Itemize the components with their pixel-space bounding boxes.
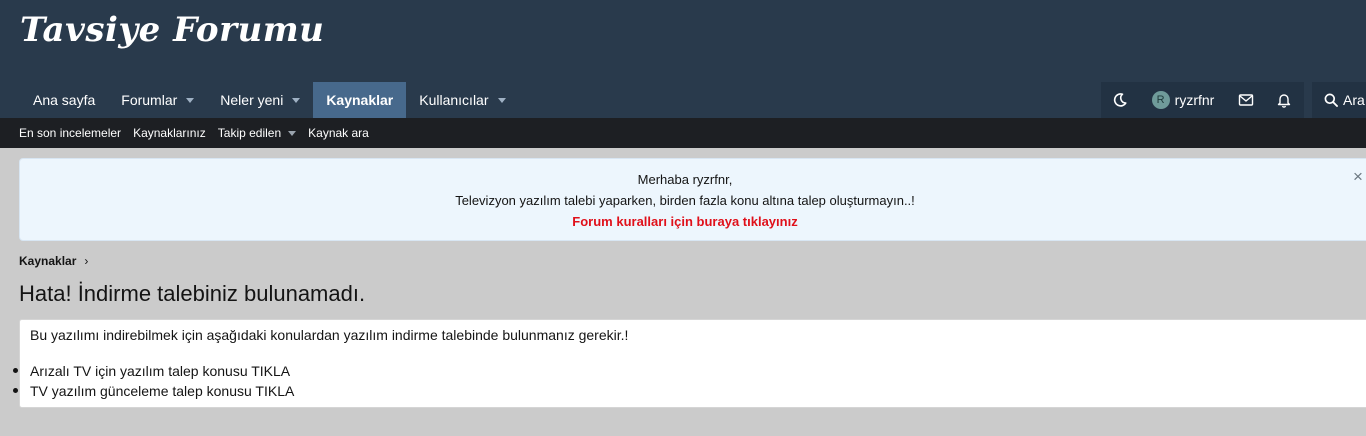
- sub-nav: En son incelemeler Kaynaklarınız Takip e…: [0, 118, 1366, 148]
- close-icon[interactable]: ×: [1353, 167, 1363, 187]
- mail-icon[interactable]: [1227, 82, 1265, 118]
- caret-down-icon[interactable]: [497, 97, 506, 103]
- content-message: Bu yazılımı indirebilmek için aşağıdaki …: [30, 327, 629, 343]
- user-bar: R ryzrfnr: [1101, 82, 1304, 118]
- main-nav: Ana sayfa Forumlar Neler yeni Kaynaklar …: [20, 82, 519, 118]
- subnav-item-kaynak-ara[interactable]: Kaynak ara: [308, 126, 369, 140]
- site-header: Tavsiye Forumu Ana sayfa Forumlar Neler …: [0, 0, 1366, 118]
- site-logo[interactable]: Tavsiye Forumu: [20, 10, 324, 50]
- chevron-right-icon: ›: [84, 254, 89, 268]
- subnav-item-en-son-incelemeler[interactable]: En son incelemeler: [19, 126, 121, 140]
- nav-item-label: Kaynaklar: [326, 92, 394, 108]
- user-account-button[interactable]: R ryzrfnr: [1139, 82, 1227, 118]
- nav-item-label: Forumlar: [121, 92, 178, 108]
- nav-item-neler-yeni[interactable]: Neler yeni: [207, 82, 313, 118]
- nav-item-forumlar[interactable]: Forumlar: [108, 82, 207, 118]
- subnav-item-label: Takip edilen: [217, 126, 282, 140]
- breadcrumb-item-kaynaklar[interactable]: Kaynaklar: [19, 254, 76, 268]
- avatar: R: [1151, 91, 1170, 109]
- list-item-link[interactable]: TV yazılım günceleme talep konusu TIKLA: [30, 383, 294, 399]
- notice-banner: Merhaba ryzrfnr, Televizyon yazılım tale…: [19, 158, 1366, 241]
- page-title: Hata! İndirme talebiniz bulunamadı.: [19, 281, 366, 306]
- caret-down-icon[interactable]: [292, 97, 301, 103]
- subnav-item-takip-edilen[interactable]: Takip edilen: [217, 126, 297, 140]
- subnav-item-label: En son incelemeler: [19, 126, 122, 140]
- breadcrumb: Kaynaklar ›: [19, 254, 88, 268]
- search-label: Ara: [1343, 92, 1365, 108]
- forum-rules-link[interactable]: Forum kuralları için buraya tıklayınız: [20, 214, 1350, 229]
- nav-item-label: Ana sayfa: [33, 92, 96, 108]
- notice-message: Televizyon yazılım talebi yaparken, bird…: [455, 193, 915, 208]
- search-button[interactable]: Ara: [1312, 82, 1366, 118]
- caret-down-icon[interactable]: [186, 97, 195, 103]
- subnav-item-kaynaklariniz[interactable]: Kaynaklarınız: [133, 126, 206, 140]
- list-item-link[interactable]: Arızalı TV için yazılım talep konusu TIK…: [30, 363, 290, 379]
- username: ryzrfnr: [1174, 92, 1215, 108]
- subnav-item-label: Kaynak ara: [308, 126, 369, 140]
- moon-icon[interactable]: [1101, 82, 1139, 118]
- nav-item-ana-sayfa[interactable]: Ana sayfa: [20, 82, 108, 118]
- subnav-item-label: Kaynaklarınız: [133, 126, 206, 140]
- caret-down-icon[interactable]: [288, 130, 297, 136]
- nav-item-label: Neler yeni: [220, 92, 284, 108]
- nav-item-kullanicilar[interactable]: Kullanıcılar: [406, 82, 518, 118]
- bullet-icon: [13, 388, 18, 393]
- nav-item-kaynaklar[interactable]: Kaynaklar: [313, 82, 407, 118]
- search-icon: [1324, 93, 1338, 107]
- bullet-icon: [13, 368, 18, 373]
- bell-icon[interactable]: [1265, 82, 1303, 118]
- notice-greeting: Merhaba ryzrfnr,: [637, 172, 733, 187]
- nav-item-label: Kullanıcılar: [419, 92, 489, 108]
